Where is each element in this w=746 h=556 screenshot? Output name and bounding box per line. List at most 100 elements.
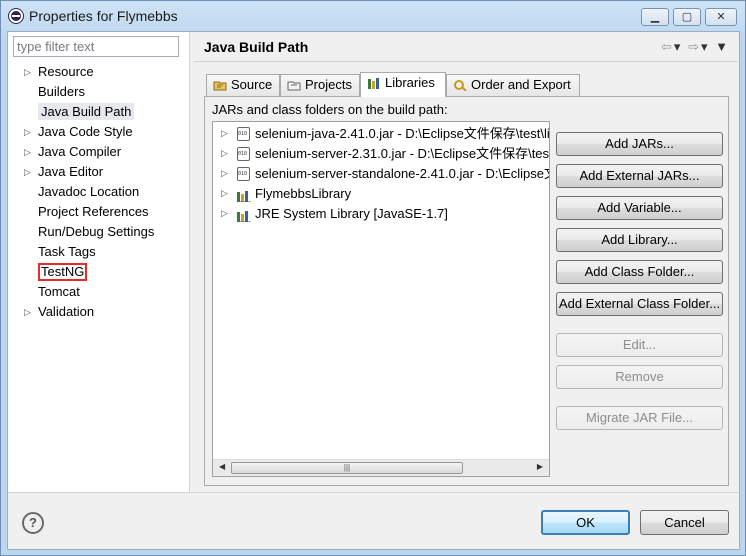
build-path-entry[interactable]: ▷ selenium-server-standalone-2.41.0.jar -… [213, 164, 549, 184]
build-path-list[interactable]: ▷ selenium-java-2.41.0.jar - D:\Eclipse文件… [212, 121, 550, 477]
tree-item-java-build-path[interactable]: Java Build Path [8, 103, 190, 123]
tree-item-label: Builders [38, 84, 85, 99]
expand-arrow-icon[interactable]: ▷ [24, 163, 31, 181]
properties-window: Properties for Flymebbs ▁ ▢ ✕ type filte… [0, 0, 746, 556]
tree-item-label: Java Build Path [38, 103, 135, 120]
title-bar: Properties for Flymebbs ▁ ▢ ✕ [1, 1, 746, 31]
entry-label: JRE System Library [JavaSE-1.7] [255, 206, 448, 221]
tree-item-label: Resource [38, 64, 94, 79]
library-icon [237, 208, 251, 223]
jar-icon [237, 147, 250, 161]
expand-arrow-icon[interactable]: ▷ [24, 123, 31, 141]
tree-item-java-editor[interactable]: ▷ Java Editor [8, 163, 190, 183]
add-external-class-folder-button[interactable]: Add External Class Folder... [556, 292, 723, 316]
entry-label: selenium-server-2.31.0.jar - D:\Eclipse文… [255, 146, 550, 161]
expand-arrow-icon[interactable]: ▷ [24, 303, 31, 321]
tab-source[interactable]: Source [206, 74, 280, 96]
expand-arrow-icon[interactable]: ▷ [221, 164, 228, 183]
back-menu-icon[interactable]: ▾ [674, 39, 683, 54]
add-library-button[interactable]: Add Library... [556, 228, 723, 252]
tree-item-run-debug-settings[interactable]: Run/Debug Settings [8, 223, 190, 243]
tree-item-java-compiler[interactable]: ▷ Java Compiler [8, 143, 190, 163]
scrollbar-thumb[interactable]: ||| [231, 462, 463, 474]
entry-label: selenium-java-2.41.0.jar - D:\Eclipse文件保… [255, 126, 550, 141]
expand-arrow-icon[interactable]: ▷ [24, 63, 31, 81]
tree-item-builders[interactable]: Builders [8, 83, 190, 103]
build-path-entry[interactable]: ▷ selenium-server-2.31.0.jar - D:\Eclipse… [213, 144, 549, 164]
tree-item-validation[interactable]: ▷ Validation [8, 303, 190, 323]
tab-label: Source [231, 77, 273, 92]
jar-icon [237, 167, 250, 181]
tree-item-task-tags[interactable]: Task Tags [8, 243, 190, 263]
remove-button[interactable]: Remove [556, 365, 723, 389]
scroll-right-icon[interactable]: ▶ [537, 462, 543, 471]
page-navigation: ⇦▾ ⇨▾ ▼ [661, 39, 730, 55]
dialog-body: type filter text ▷ Resource Builders Java B… [7, 31, 740, 550]
footer-separator [8, 492, 739, 493]
edit-button[interactable]: Edit... [556, 333, 723, 357]
tree-item-label: Tomcat [38, 284, 80, 299]
tree-item-label: Validation [38, 304, 95, 319]
tab-label: Projects [305, 77, 352, 92]
close-button[interactable]: ✕ [705, 8, 737, 26]
forward-menu-icon[interactable]: ▾ [701, 39, 710, 54]
build-path-entry[interactable]: ▷ JRE System Library [JavaSE-1.7] [213, 204, 549, 224]
tab-label: Order and Export [471, 77, 571, 92]
category-panel: type filter text ▷ Resource Builders Java B… [8, 32, 190, 492]
page-title: Java Build Path [204, 39, 309, 55]
tab-label: Libraries [385, 75, 435, 90]
view-menu-icon[interactable]: ▼ [715, 39, 730, 54]
eclipse-icon [9, 9, 23, 23]
maximize-button[interactable]: ▢ [673, 8, 701, 26]
add-external-jars-button[interactable]: Add External JARs... [556, 164, 723, 188]
expand-arrow-icon[interactable]: ▷ [221, 184, 228, 203]
tab-projects[interactable]: Projects [280, 74, 360, 96]
build-path-entry[interactable]: ▷ FlymebbsLibrary [213, 184, 549, 204]
tree-item-label: Javadoc Location [38, 184, 140, 199]
build-path-label: JARs and class folders on the build path… [212, 102, 448, 117]
migrate-jar-file-button[interactable]: Migrate JAR File... [556, 406, 723, 430]
tree-item-label: TestNG [38, 263, 88, 281]
projects-icon [287, 77, 301, 91]
tree-item-label: Project References [38, 204, 149, 219]
window-title: Properties for Flymebbs [29, 8, 178, 24]
expand-arrow-icon[interactable]: ▷ [221, 124, 228, 143]
cancel-button[interactable]: Cancel [640, 510, 729, 535]
tree-item-resource[interactable]: ▷ Resource [8, 63, 190, 83]
scroll-left-icon[interactable]: ◀ [219, 462, 225, 471]
help-icon[interactable]: ? [22, 512, 44, 534]
horizontal-scrollbar[interactable]: ◀ ||| ▶ [213, 459, 549, 476]
tree-item-project-references[interactable]: Project References [8, 203, 190, 223]
tree-item-javadoc-location[interactable]: Javadoc Location [8, 183, 190, 203]
expand-arrow-icon[interactable]: ▷ [221, 144, 228, 163]
forward-icon[interactable]: ⇨ [688, 39, 701, 54]
property-page: Java Build Path ⇦▾ ⇨▾ ▼ Source Projects … [192, 32, 740, 492]
entry-label: selenium-server-standalone-2.41.0.jar - … [255, 166, 550, 181]
tree-item-testng[interactable]: TestNG [8, 263, 190, 283]
tree-item-tomcat[interactable]: Tomcat [8, 283, 190, 303]
tree-item-label: Task Tags [38, 244, 96, 259]
tab-libraries[interactable]: Libraries [360, 72, 446, 97]
add-jars-button[interactable]: Add JARs... [556, 132, 723, 156]
order-export-icon [453, 77, 467, 92]
tab-order-and-export[interactable]: Order and Export [446, 74, 580, 96]
back-icon[interactable]: ⇦ [661, 39, 674, 54]
expand-arrow-icon[interactable]: ▷ [221, 204, 228, 223]
library-icon [237, 188, 251, 203]
tree-item-label: Java Code Style [38, 124, 133, 139]
minimize-button[interactable]: ▁ [641, 8, 669, 26]
header-separator [194, 61, 738, 62]
libraries-panel: JARs and class folders on the build path… [204, 96, 729, 486]
add-variable-button[interactable]: Add Variable... [556, 196, 723, 220]
tree-item-label: Java Editor [38, 164, 104, 179]
add-class-folder-button[interactable]: Add Class Folder... [556, 260, 723, 284]
ok-button[interactable]: OK [541, 510, 630, 535]
category-tree: ▷ Resource Builders Java Build Path ▷ Java Co… [8, 63, 190, 323]
jar-icon [237, 127, 250, 141]
filter-input[interactable]: type filter text [13, 36, 179, 57]
tree-item-java-code-style[interactable]: ▷ Java Code Style [8, 123, 190, 143]
libraries-icon [367, 75, 381, 89]
entry-label: FlymebbsLibrary [255, 186, 352, 201]
build-path-entry[interactable]: ▷ selenium-java-2.41.0.jar - D:\Eclipse文件… [213, 124, 549, 144]
expand-arrow-icon[interactable]: ▷ [24, 143, 31, 161]
